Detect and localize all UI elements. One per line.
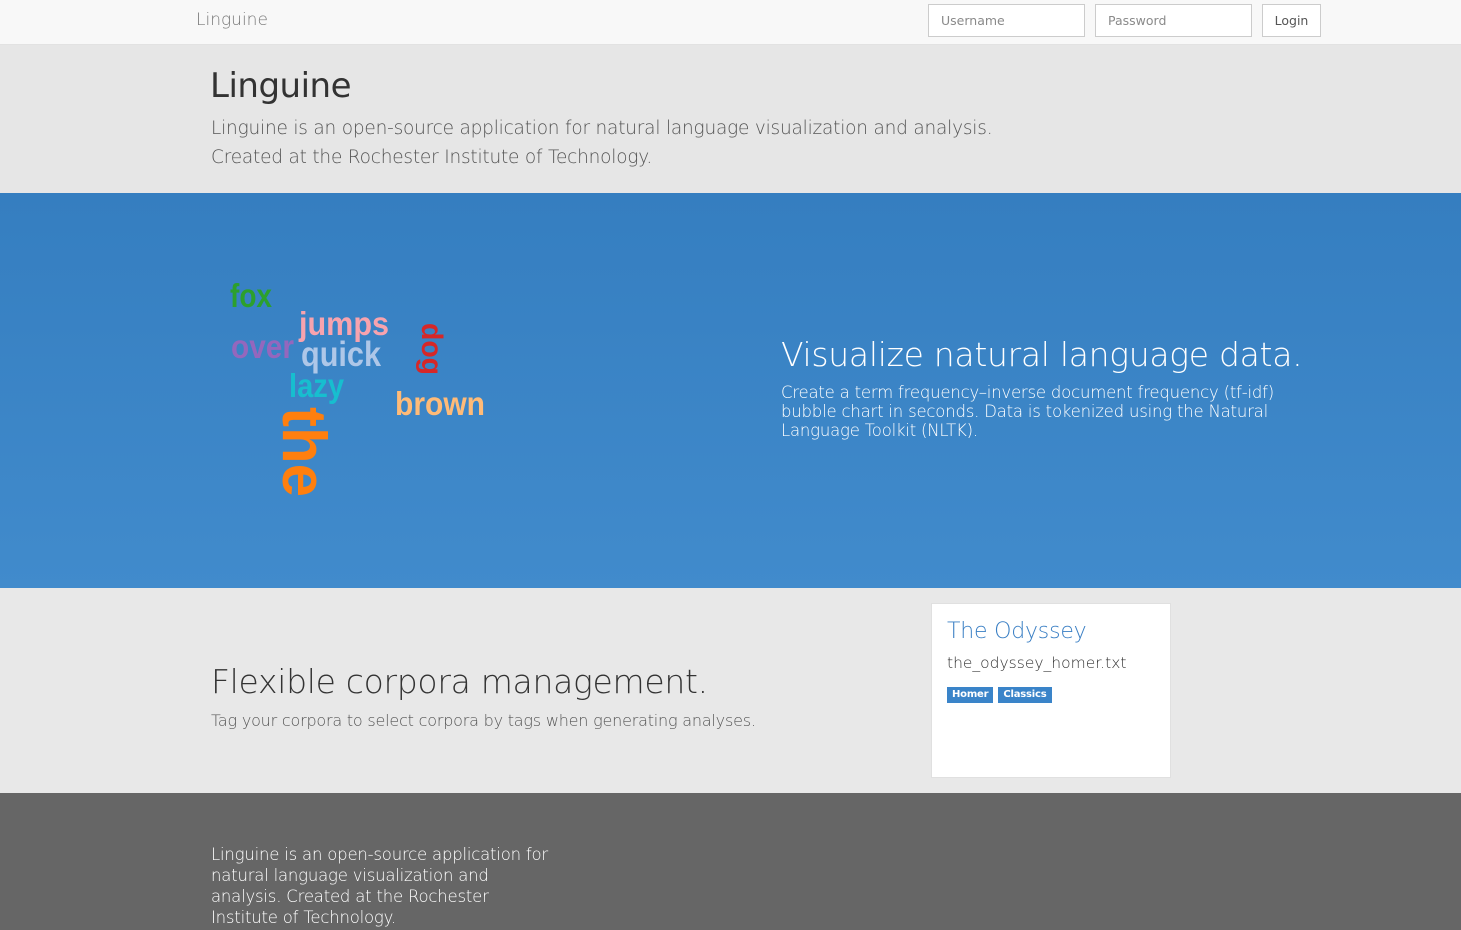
word-cloud: fox jumps over quick dog lazy brown the <box>220 263 520 503</box>
corpus-card[interactable]: The Odyssey the_odyssey_homer.txt Homer … <box>931 603 1171 778</box>
word-brown: brown <box>395 385 485 422</box>
login-button[interactable]: Login <box>1262 4 1321 37</box>
corpus-filename: the_odyssey_homer.txt <box>947 654 1127 672</box>
word-lazy: lazy <box>289 367 345 404</box>
page-title: Linguine <box>210 66 351 106</box>
word-dog: dog <box>415 323 448 375</box>
intro-credit: Created at the Rochester Institute of Te… <box>211 147 653 168</box>
corpora-heading: Flexible corpora management. <box>211 662 708 701</box>
word-the: the <box>269 407 338 497</box>
username-input[interactable] <box>928 4 1085 37</box>
visualize-section: fox jumps over quick dog lazy brown the … <box>0 193 1461 588</box>
corpus-tags: Homer Classics <box>947 687 1052 703</box>
visualize-heading: Visualize natural language data. <box>781 335 1303 374</box>
footer: Linguine is an open-source application f… <box>0 793 1461 930</box>
brand-link[interactable]: Linguine <box>196 10 268 30</box>
intro-jumbotron: Linguine Linguine is an open-source appl… <box>0 45 1461 193</box>
tag-classics[interactable]: Classics <box>998 687 1052 703</box>
tag-homer[interactable]: Homer <box>947 687 994 703</box>
word-over: over <box>231 328 294 365</box>
password-input[interactable] <box>1095 4 1252 37</box>
corpus-title[interactable]: The Odyssey <box>947 619 1087 644</box>
navbar: Linguine Login <box>0 0 1461 45</box>
footer-text: Linguine is an open-source application f… <box>211 845 548 927</box>
intro-description: Linguine is an open-source application f… <box>211 118 993 139</box>
word-fox: fox <box>230 277 273 314</box>
corpora-section: Flexible corpora management. Tag your co… <box>0 588 1461 793</box>
corpora-description: Tag your corpora to select corpora by ta… <box>211 711 756 730</box>
visualize-description: Create a term frequency–inverse document… <box>781 383 1274 440</box>
